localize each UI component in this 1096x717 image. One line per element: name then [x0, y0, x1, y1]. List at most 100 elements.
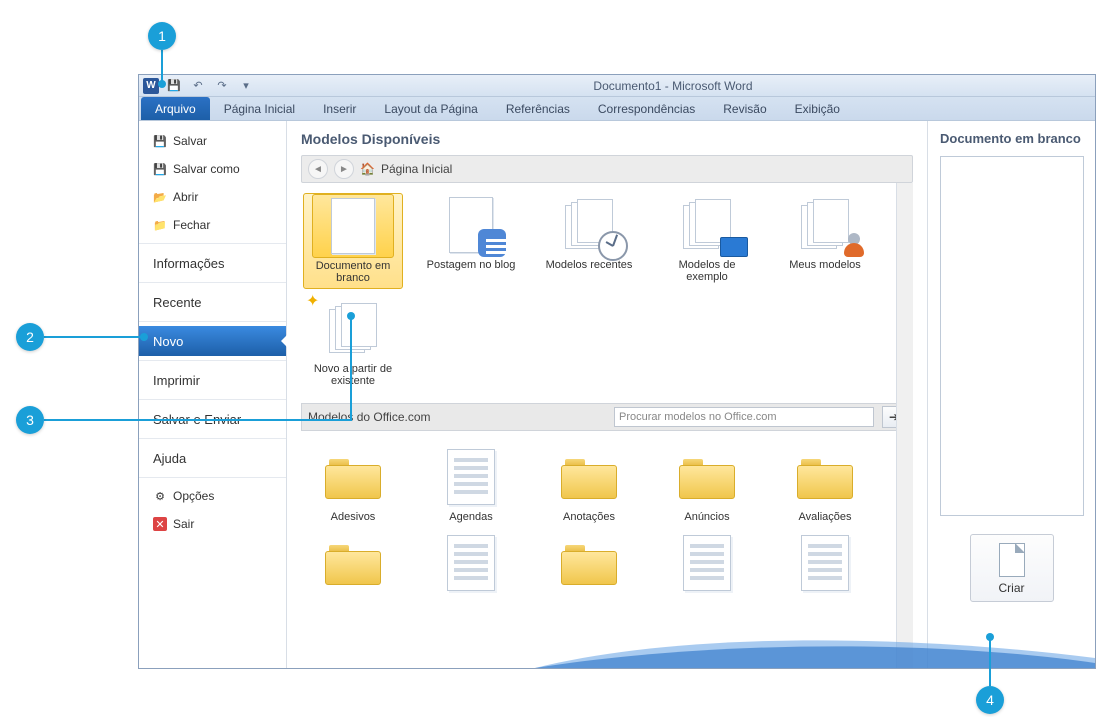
sidebar-item-info[interactable]: Informações [139, 248, 286, 278]
template-label: Documento em branco [304, 260, 402, 284]
sidebar-item-exit[interactable]: ✕Sair [139, 510, 286, 538]
sample-templates-icon [666, 193, 748, 257]
breadcrumb-bar: ◄ ► 🏠 Página Inicial [301, 155, 913, 183]
category-anotacoes[interactable]: Anotações [539, 445, 639, 523]
category-avaliacoes[interactable]: Avaliações [775, 445, 875, 523]
create-button[interactable]: Criar [970, 534, 1054, 602]
folder-open-icon: 📂 [153, 190, 167, 204]
callout-1-line [161, 50, 163, 83]
nav-back-icon[interactable]: ◄ [308, 159, 328, 179]
folder-icon [312, 531, 394, 595]
template-label: Postagem no blog [427, 259, 516, 271]
category-more-2[interactable] [421, 531, 521, 595]
tab-insert[interactable]: Inserir [309, 97, 370, 120]
template-sample[interactable]: Modelos de exemplo [657, 193, 757, 289]
callout-4: 4 [976, 686, 1004, 714]
backstage-body: 💾Salvar 💾Salvar como 📂Abrir 📁Fechar Info… [139, 121, 1095, 668]
category-label: Anúncios [684, 511, 729, 523]
nav-forward-icon[interactable]: ► [334, 159, 354, 179]
templates-panel: Modelos Disponíveis ◄ ► 🏠 Página Inicial… [287, 121, 927, 668]
callout-3-line-h [44, 419, 350, 421]
new-from-existing-icon: ✦ [312, 297, 394, 361]
qat-customize-icon[interactable]: ▾ [237, 77, 255, 95]
category-more-5[interactable] [775, 531, 875, 595]
callout-3: 3 [16, 406, 44, 434]
officecom-categories-grid: Adesivos Agendas Anotações Anúncios Aval… [301, 431, 913, 605]
sidebar-item-close[interactable]: 📁 Fechar [139, 211, 286, 239]
separator [139, 243, 286, 244]
category-label: Agendas [449, 511, 492, 523]
my-templates-icon [784, 193, 866, 257]
sidebar-item-recent[interactable]: Recente [139, 287, 286, 317]
sidebar-item-save[interactable]: 💾Salvar [139, 127, 286, 155]
category-anuncios[interactable]: Anúncios [657, 445, 757, 523]
tab-pagelayout[interactable]: Layout da Página [370, 97, 491, 120]
sidebar-label: Salvar [173, 134, 207, 148]
exit-icon: ✕ [153, 517, 167, 531]
ribbon-tabs: Arquivo Página Inicial Inserir Layout da… [139, 97, 1095, 121]
templates-grid: Documento em branco Postagem no blog Mod… [301, 183, 913, 397]
preview-panel: Documento em branco Criar [927, 121, 1095, 668]
separator [139, 321, 286, 322]
officecom-bar: Modelos do Office.com Procurar modelos n… [301, 403, 913, 431]
backstage-main: Modelos Disponíveis ◄ ► 🏠 Página Inicial… [287, 121, 1095, 668]
qat-save-icon[interactable]: 💾 [165, 77, 183, 95]
sidebar-item-open[interactable]: 📂Abrir [139, 183, 286, 211]
document-stack-icon [430, 531, 512, 595]
sidebar-item-help[interactable]: Ajuda [139, 443, 286, 473]
separator [139, 360, 286, 361]
callout-4-line [989, 638, 991, 686]
template-blank-document[interactable]: Documento em branco [303, 193, 403, 289]
callout-1-dot [158, 80, 166, 88]
template-recent[interactable]: Modelos recentes [539, 193, 639, 289]
callout-3-line-v [350, 315, 352, 421]
search-templates-input[interactable]: Procurar modelos no Office.com [614, 407, 874, 427]
category-more-3[interactable] [539, 531, 639, 595]
document-stack-icon [784, 531, 866, 595]
officecom-heading: Modelos do Office.com [308, 410, 431, 424]
titlebar: W 💾 ↶ ↷ ▾ Documento1 - Microsoft Word [139, 75, 1095, 97]
home-icon[interactable]: 🏠 [360, 162, 375, 176]
folder-icon: 📁 [153, 218, 167, 232]
folder-icon [784, 445, 866, 509]
category-more-1[interactable] [303, 531, 403, 595]
tab-view[interactable]: Exibição [781, 97, 854, 120]
folder-icon [666, 445, 748, 509]
template-new-from-existing[interactable]: ✦ Novo a partir de existente [303, 297, 403, 387]
document-stack-icon [430, 445, 512, 509]
category-adesivos[interactable]: Adesivos [303, 445, 403, 523]
backstage-sidebar: 💾Salvar 💾Salvar como 📂Abrir 📁Fechar Info… [139, 121, 287, 668]
tab-home[interactable]: Página Inicial [210, 97, 309, 120]
scrollbar[interactable] [896, 183, 913, 668]
category-agendas[interactable]: Agendas [421, 445, 521, 523]
template-blog-post[interactable]: Postagem no blog [421, 193, 521, 289]
sidebar-item-options[interactable]: ⚙Opções [139, 482, 286, 510]
category-more-4[interactable] [657, 531, 757, 595]
breadcrumb-label: Página Inicial [381, 162, 452, 176]
callout-2: 2 [16, 323, 44, 351]
window-title: Documento1 - Microsoft Word [255, 79, 1091, 93]
tab-file[interactable]: Arquivo [141, 97, 210, 120]
callout-1: 1 [148, 22, 176, 50]
category-label: Anotações [563, 511, 615, 523]
template-label: Meus modelos [789, 259, 861, 271]
qat-redo-icon[interactable]: ↷ [213, 77, 231, 95]
separator [139, 438, 286, 439]
folder-icon [548, 531, 630, 595]
saveas-icon: 💾 [153, 162, 167, 176]
recent-templates-icon [548, 193, 630, 257]
qat-undo-icon[interactable]: ↶ [189, 77, 207, 95]
tab-references[interactable]: Referências [492, 97, 584, 120]
sidebar-label: Fechar [173, 218, 210, 232]
preview-page [940, 156, 1084, 516]
new-document-icon [999, 543, 1025, 577]
sidebar-item-saveas[interactable]: 💾Salvar como [139, 155, 286, 183]
sidebar-item-print[interactable]: Imprimir [139, 365, 286, 395]
tab-review[interactable]: Revisão [709, 97, 780, 120]
tab-mailings[interactable]: Correspondências [584, 97, 709, 120]
word-window: W 💾 ↶ ↷ ▾ Documento1 - Microsoft Word Ar… [138, 74, 1096, 669]
callout-4-dot [986, 633, 994, 641]
template-my[interactable]: Meus modelos [775, 193, 875, 289]
callout-2-dot [140, 333, 148, 341]
sidebar-item-new[interactable]: Novo [139, 326, 286, 356]
